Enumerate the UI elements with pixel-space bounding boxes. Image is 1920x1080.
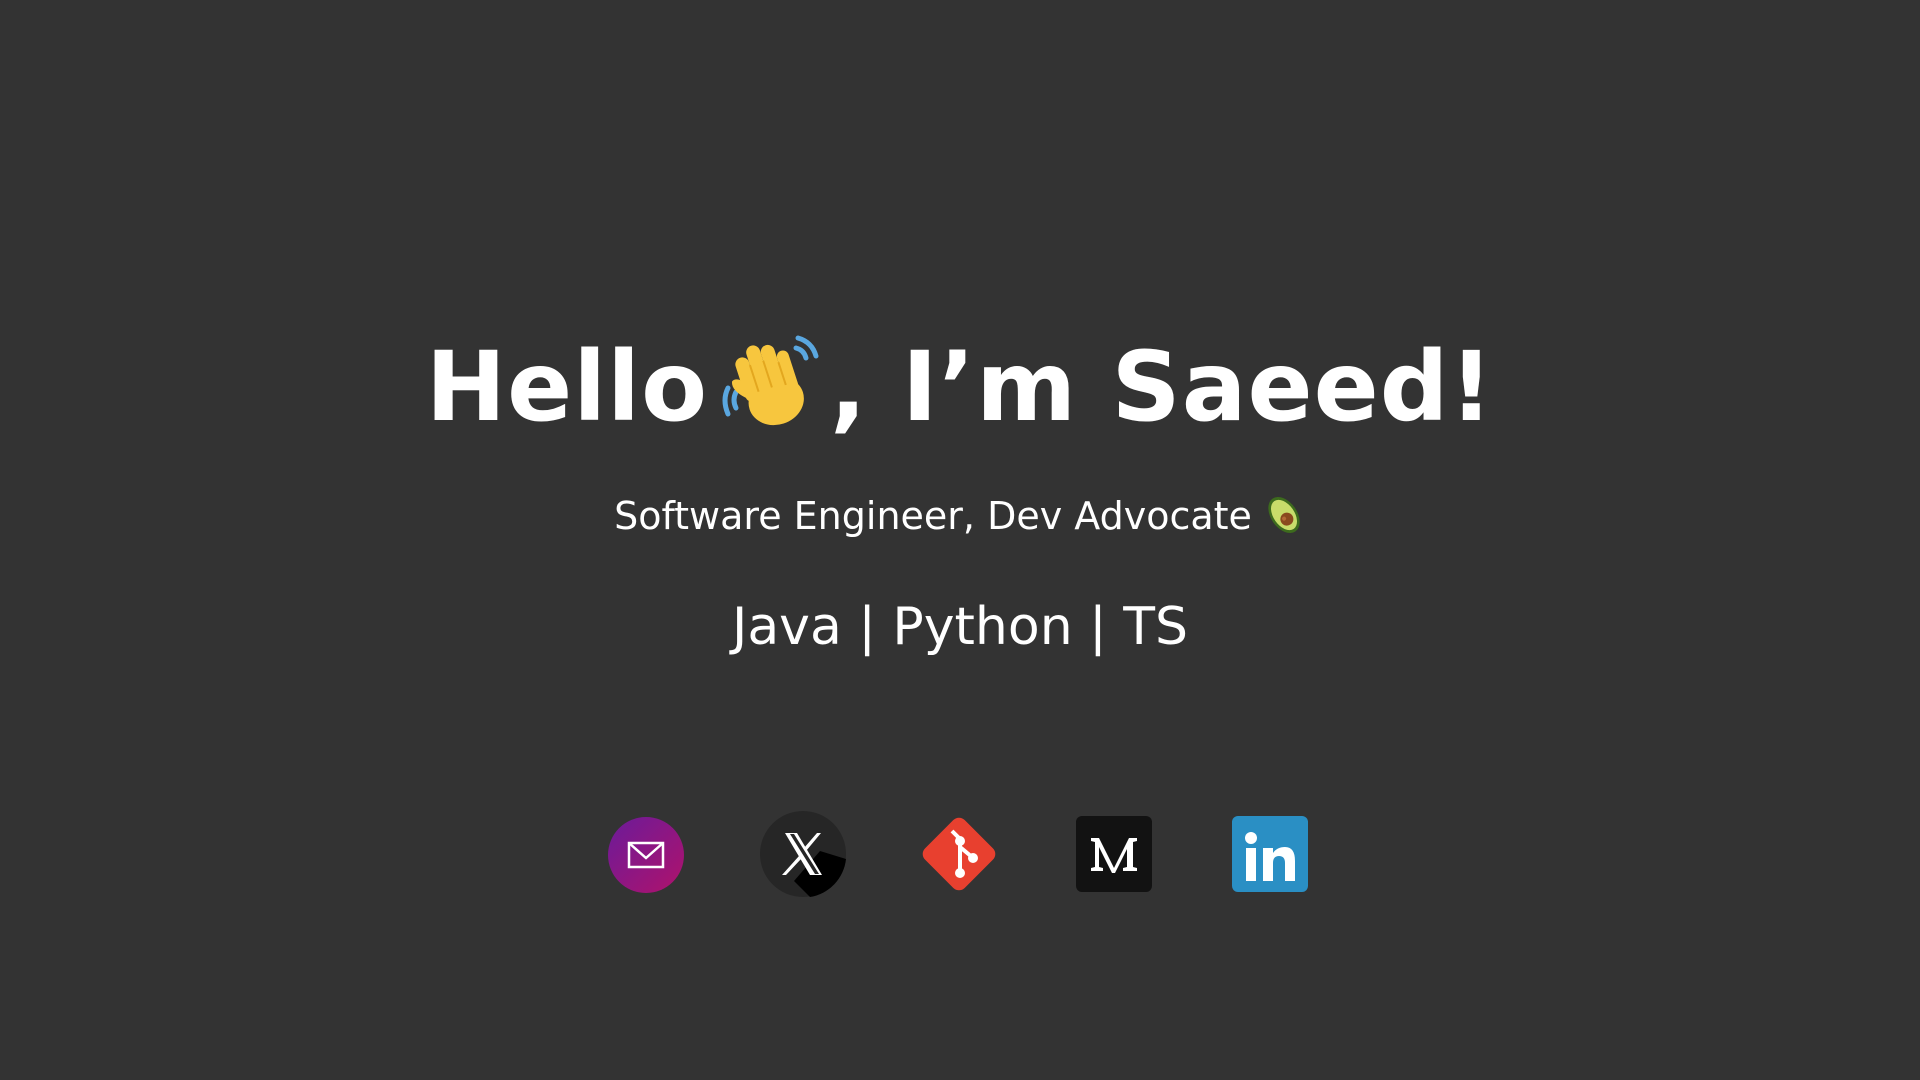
greeting-text: Hello bbox=[425, 331, 709, 443]
social-links bbox=[0, 811, 1920, 897]
hero: Hello , I’m Saeed! bbox=[0, 322, 1920, 452]
profile-page: Hello , I’m Saeed! Software Engineer, De… bbox=[0, 0, 1920, 1080]
waving-hand-icon bbox=[718, 330, 822, 434]
linkedin-link[interactable] bbox=[1227, 811, 1313, 897]
x-icon bbox=[760, 811, 846, 897]
git-link[interactable] bbox=[916, 811, 1002, 897]
avocado-icon bbox=[1262, 493, 1306, 537]
subtitle-text: Software Engineer, Dev Advocate bbox=[614, 494, 1252, 538]
medium-icon bbox=[1071, 811, 1157, 897]
email-icon bbox=[606, 811, 692, 897]
git-icon bbox=[916, 811, 1002, 897]
subtitle: Software Engineer, Dev Advocate bbox=[0, 490, 1920, 542]
linkedin-icon bbox=[1227, 811, 1313, 897]
tech-stack: Java | Python | TS bbox=[731, 597, 1188, 657]
medium-link[interactable] bbox=[1071, 811, 1157, 897]
x-link[interactable] bbox=[760, 811, 846, 897]
page-title: Hello , I’m Saeed! bbox=[0, 322, 1920, 452]
intro-text: , I’m Saeed! bbox=[830, 331, 1495, 443]
email-link[interactable] bbox=[606, 811, 692, 897]
